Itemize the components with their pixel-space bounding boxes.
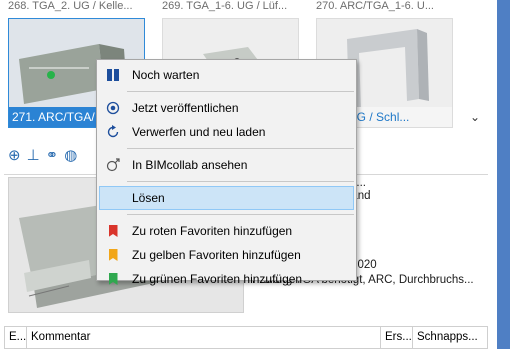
publish-icon — [103, 96, 123, 120]
level-icon[interactable]: ⊥ — [27, 146, 40, 164]
menu-item-reload[interactable]: Verwerfen und neu laden — [97, 120, 356, 144]
context-menu: Noch warten Jetzt veröffentlichen Verwer… — [96, 59, 357, 286]
column-header-comment[interactable]: Kommentar — [27, 327, 381, 348]
column-header-snapshot[interactable]: Schnapps... — [413, 327, 487, 348]
thumbnail-caption-top: 269. TGA_1-6. UG / Lüf... — [162, 0, 288, 12]
menu-separator — [127, 148, 354, 149]
red-flag-icon — [103, 219, 123, 243]
view-icon[interactable]: ◍ — [64, 146, 77, 164]
pause-icon — [103, 63, 123, 87]
view-toolbar: ⊕ ⊥ ⚭ ◍ — [8, 144, 77, 166]
menu-item-bimcollab[interactable]: In BIMcollab ansehen — [97, 153, 356, 177]
green-flag-icon — [103, 267, 123, 291]
menu-item-label: Zu grünen Favoriten hinzufügen — [132, 272, 303, 286]
zoom-in-icon[interactable]: ⊕ — [8, 146, 21, 164]
menu-separator — [127, 181, 354, 182]
menu-item-label: Noch warten — [132, 68, 200, 82]
menu-item-label: In BIMcollab ansehen — [132, 158, 248, 172]
column-header-author[interactable]: Ers... — [381, 327, 413, 348]
menu-item-red-favorite[interactable]: Zu roten Favoriten hinzufügen — [97, 219, 356, 243]
yellow-flag-icon — [103, 243, 123, 267]
menu-item-label: Jetzt veröffentlichen — [132, 101, 239, 115]
menu-separator — [127, 91, 354, 92]
bimcollab-icon — [103, 153, 123, 177]
menu-item-label: Zu gelben Favoriten hinzufügen — [132, 248, 301, 262]
comments-table-header: E... Kommentar Ers... Schnapps... — [4, 326, 488, 349]
menu-item-label: Lösen — [132, 191, 165, 205]
reload-icon — [103, 120, 123, 144]
menu-item-yellow-favorite[interactable]: Zu gelben Favoriten hinzufügen — [97, 243, 356, 267]
lasso-icon[interactable]: ⚭ — [46, 146, 59, 164]
vertical-scrollbar[interactable] — [497, 0, 510, 349]
thumbnail-caption-top: 270. ARC/TGA_1-6. U... — [316, 0, 434, 12]
menu-item-wait[interactable]: Noch warten — [97, 63, 356, 87]
menu-item-publish[interactable]: Jetzt veröffentlichen — [97, 96, 356, 120]
menu-item-label: Zu roten Favoriten hinzufügen — [132, 224, 293, 238]
menu-item-green-favorite[interactable]: Zu grünen Favoriten hinzufügen — [97, 267, 356, 291]
menu-item-label: Verwerfen und neu laden — [132, 125, 266, 139]
thumbnail-caption-top: 268. TGA_2. UG / Kelle... — [8, 0, 133, 12]
menu-separator — [127, 214, 354, 215]
menu-item-resolve[interactable]: Lösen — [99, 186, 354, 210]
chevron-down-icon[interactable]: ⌄ — [470, 110, 480, 124]
column-header-e[interactable]: E... — [5, 327, 27, 348]
